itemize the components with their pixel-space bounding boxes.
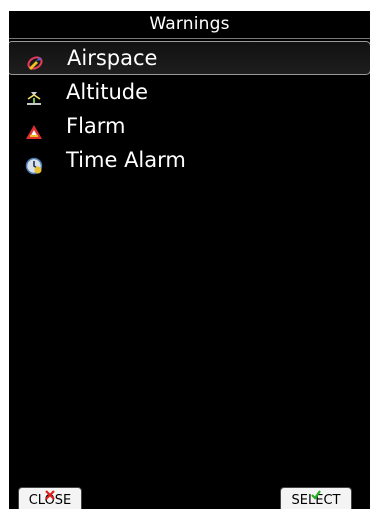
green-check-icon [311, 484, 321, 500]
altitude-icon [25, 83, 43, 105]
airspace-icon [26, 49, 44, 70]
red-x-icon [45, 484, 55, 500]
select-button[interactable]: SELECT [280, 487, 352, 509]
menu-item-label: Flarm [66, 114, 126, 138]
page-title: Warnings [9, 11, 370, 39]
menu-item-label: Time Alarm [66, 148, 186, 172]
menu-item-flarm[interactable]: Flarm [9, 109, 370, 143]
menu-item-time-alarm[interactable]: Time Alarm [9, 143, 370, 177]
flarm-icon [25, 117, 43, 139]
menu-item-label: Altitude [66, 80, 149, 104]
menu-item-label: Airspace [67, 46, 158, 70]
menu-item-airspace[interactable]: Airspace [9, 41, 370, 75]
warnings-menu: Airspace Altitude Flarm Time Alarm [9, 41, 370, 177]
menu-item-altitude[interactable]: Altitude [9, 75, 370, 109]
time-alarm-icon [25, 151, 43, 175]
close-button[interactable]: CLOSE [18, 487, 82, 509]
warnings-screen: Warnings Airspace Altitude Flarm Time Al… [9, 11, 370, 509]
